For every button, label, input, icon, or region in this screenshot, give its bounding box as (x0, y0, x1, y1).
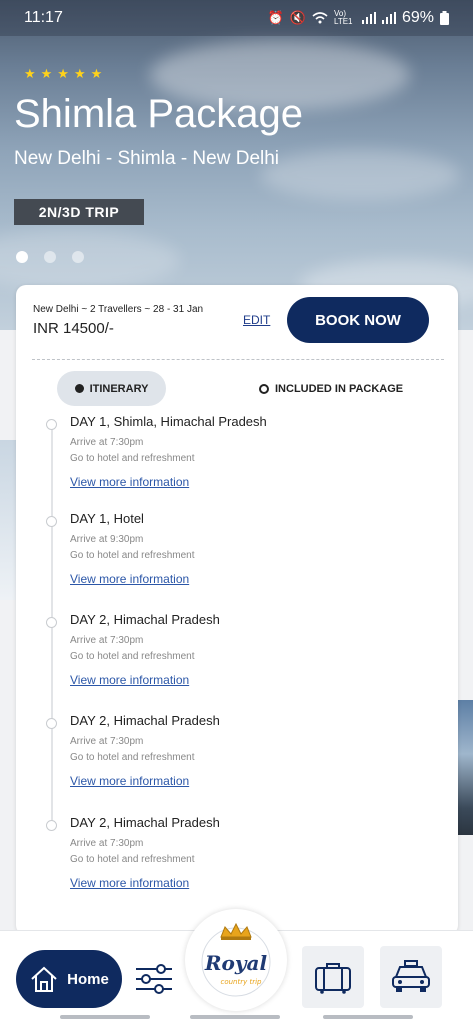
itinerary-note: Go to hotel and refreshment (70, 550, 195, 561)
itinerary-arrival: Arrive at 7:30pm (70, 635, 144, 646)
royal-logo-mark: Royal country trip (201, 922, 271, 997)
mute-icon: 🔇 (289, 10, 306, 25)
package-route: New Delhi - Shimla - New Delhi (14, 148, 280, 169)
battery-icon (440, 11, 449, 25)
svg-text:Royal: Royal (204, 951, 268, 975)
view-more-link[interactable]: View more information (70, 572, 189, 586)
battery-percent: 69% (401, 9, 434, 26)
timeline-node (46, 820, 57, 831)
timeline-node (46, 419, 57, 430)
taxi-button[interactable] (380, 946, 442, 1008)
tab-included-label: INCLUDED IN PACKAGE (275, 382, 404, 395)
itinerary-arrival: Arrive at 7:30pm (70, 736, 144, 747)
itinerary-arrival: Arrive at 7:30pm (70, 838, 144, 849)
itinerary-note: Go to hotel and refreshment (70, 651, 195, 662)
timeline-node (46, 516, 57, 527)
package-price: INR 14500/- (33, 320, 114, 337)
adjacent-card-image (0, 440, 16, 600)
hero-banner: 11:17 ⏰ 🔇 Vo) LTE1 69% ★★★★★ Shimla Pack… (0, 0, 473, 330)
carousel-dot[interactable] (44, 251, 56, 263)
bottom-navigation: Home Royal country trip (0, 909, 473, 1024)
book-now-button[interactable]: BOOK NOW (287, 297, 429, 343)
itinerary-note: Go to hotel and refreshment (70, 752, 195, 763)
network-label: Vo) LTE1 (333, 9, 353, 26)
home-button[interactable]: Home (16, 950, 122, 1008)
trip-duration-badge: 2N/3D TRIP (14, 199, 144, 225)
status-bar: 11:17 ⏰ 🔇 Vo) LTE1 69% (0, 0, 473, 36)
carousel-indicator (16, 251, 84, 263)
itinerary-day-heading: DAY 2, Himachal Pradesh (70, 612, 220, 627)
home-label: Home (67, 970, 109, 988)
status-icons: ⏰ 🔇 Vo) LTE1 69% (268, 9, 449, 27)
rating-stars: ★★★★★ (24, 66, 108, 81)
alarm-icon: ⏰ (267, 10, 284, 25)
divider (32, 359, 444, 360)
itinerary-arrival: Arrive at 9:30pm (70, 534, 144, 545)
itinerary-day-heading: DAY 2, Himachal Pradesh (70, 713, 220, 728)
view-more-link[interactable]: View more information (70, 475, 189, 489)
package-details-card: New Delhi ~ 2 Travellers ~ 28 - 31 Jan I… (16, 285, 458, 935)
tab-included[interactable]: INCLUDED IN PACKAGE (259, 371, 403, 406)
adjacent-card-image (458, 700, 473, 835)
selected-bullet-icon (74, 384, 84, 393)
trip-meta: New Delhi ~ 2 Travellers ~ 28 - 31 Jan (33, 304, 204, 315)
timeline-node (46, 718, 57, 729)
carousel-dot[interactable] (16, 251, 28, 263)
royal-logo[interactable]: Royal country trip (185, 909, 287, 1011)
view-more-link[interactable]: View more information (70, 876, 189, 890)
itinerary-note: Go to hotel and refreshment (70, 854, 195, 865)
unselected-bullet-icon (259, 383, 269, 394)
view-more-link[interactable]: View more information (70, 774, 189, 788)
signal-icon (361, 12, 376, 24)
system-nav-indicator (60, 1015, 150, 1019)
home-icon (31, 966, 57, 992)
view-more-link[interactable]: View more information (70, 673, 189, 687)
system-nav-indicator (323, 1015, 413, 1019)
luggage-icon (315, 963, 351, 994)
wifi-icon (312, 12, 328, 24)
tab-itinerary-label: ITINERARY (89, 382, 149, 395)
status-time: 11:17 (24, 9, 63, 26)
itinerary-day-heading: DAY 1, Hotel (70, 511, 144, 526)
luggage-button[interactable] (302, 946, 364, 1008)
itinerary-day-heading: DAY 1, Shimla, Himachal Pradesh (70, 414, 267, 429)
tab-itinerary[interactable]: ITINERARY (57, 371, 166, 406)
package-title: Shimla Package (14, 92, 304, 136)
itinerary-arrival: Arrive at 7:30pm (70, 437, 144, 448)
edit-link[interactable]: EDIT (243, 313, 270, 327)
itinerary-note: Go to hotel and refreshment (70, 453, 195, 464)
timeline-node (46, 617, 57, 628)
signal-icon (381, 12, 396, 24)
hero-cloud (260, 150, 460, 200)
carousel-dot[interactable] (72, 251, 84, 263)
system-nav-indicator (190, 1015, 280, 1019)
filter-sliders-icon[interactable] (134, 961, 174, 997)
svg-text:country trip: country trip (220, 978, 262, 986)
itinerary-day-heading: DAY 2, Himachal Pradesh (70, 815, 220, 830)
taxi-icon (392, 960, 430, 992)
